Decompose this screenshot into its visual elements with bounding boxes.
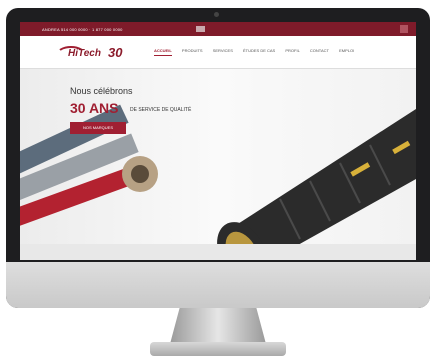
website-screen: ANDREA 514 000 0000 · 1 877 000 0000 HiT… [20,22,416,260]
hose-black-image [230,109,416,244]
main-nav: HiTech 30 ACCUEIL PRODUITS SERVICES ÉTUD… [20,36,416,69]
monitor-stand [170,308,266,344]
menu-item-services[interactable]: SERVICES [213,48,233,53]
contact-info[interactable]: ANDREA 514 000 0000 · 1 877 000 0000 [42,27,123,32]
monitor-chin [6,262,430,308]
camera-icon [214,12,219,17]
menu-item-emploi[interactable]: EMPLOI [339,48,354,53]
hero-kicker: Nous célébrons [70,86,133,96]
menu-item-accueil[interactable]: ACCUEIL [154,48,172,56]
hero-subtitle: DE SERVICE DE QUALITÉ [130,107,192,113]
hero-headline: 30 ANS [70,100,119,116]
menu-item-profil[interactable]: PROFIL [285,48,299,53]
logo-brand: HiTech [68,48,101,59]
cta-button[interactable]: NOS MARQUES [70,122,126,134]
logo-number: 30 [108,45,123,60]
monitor-base [150,342,286,356]
footer-strip [20,244,416,260]
top-bar: ANDREA 514 000 0000 · 1 877 000 0000 [20,22,416,36]
menu-item-contact[interactable]: CONTACT [310,48,329,53]
menu-item-etudes[interactable]: ÉTUDES DE CAS [243,48,275,53]
menu-item-produits[interactable]: PRODUITS [182,48,203,53]
social-icon[interactable] [400,25,408,33]
logo[interactable]: HiTech 30 [56,44,132,62]
language-flag-icon[interactable] [196,26,205,32]
menu: ACCUEIL PRODUITS SERVICES ÉTUDES DE CAS … [154,48,363,56]
